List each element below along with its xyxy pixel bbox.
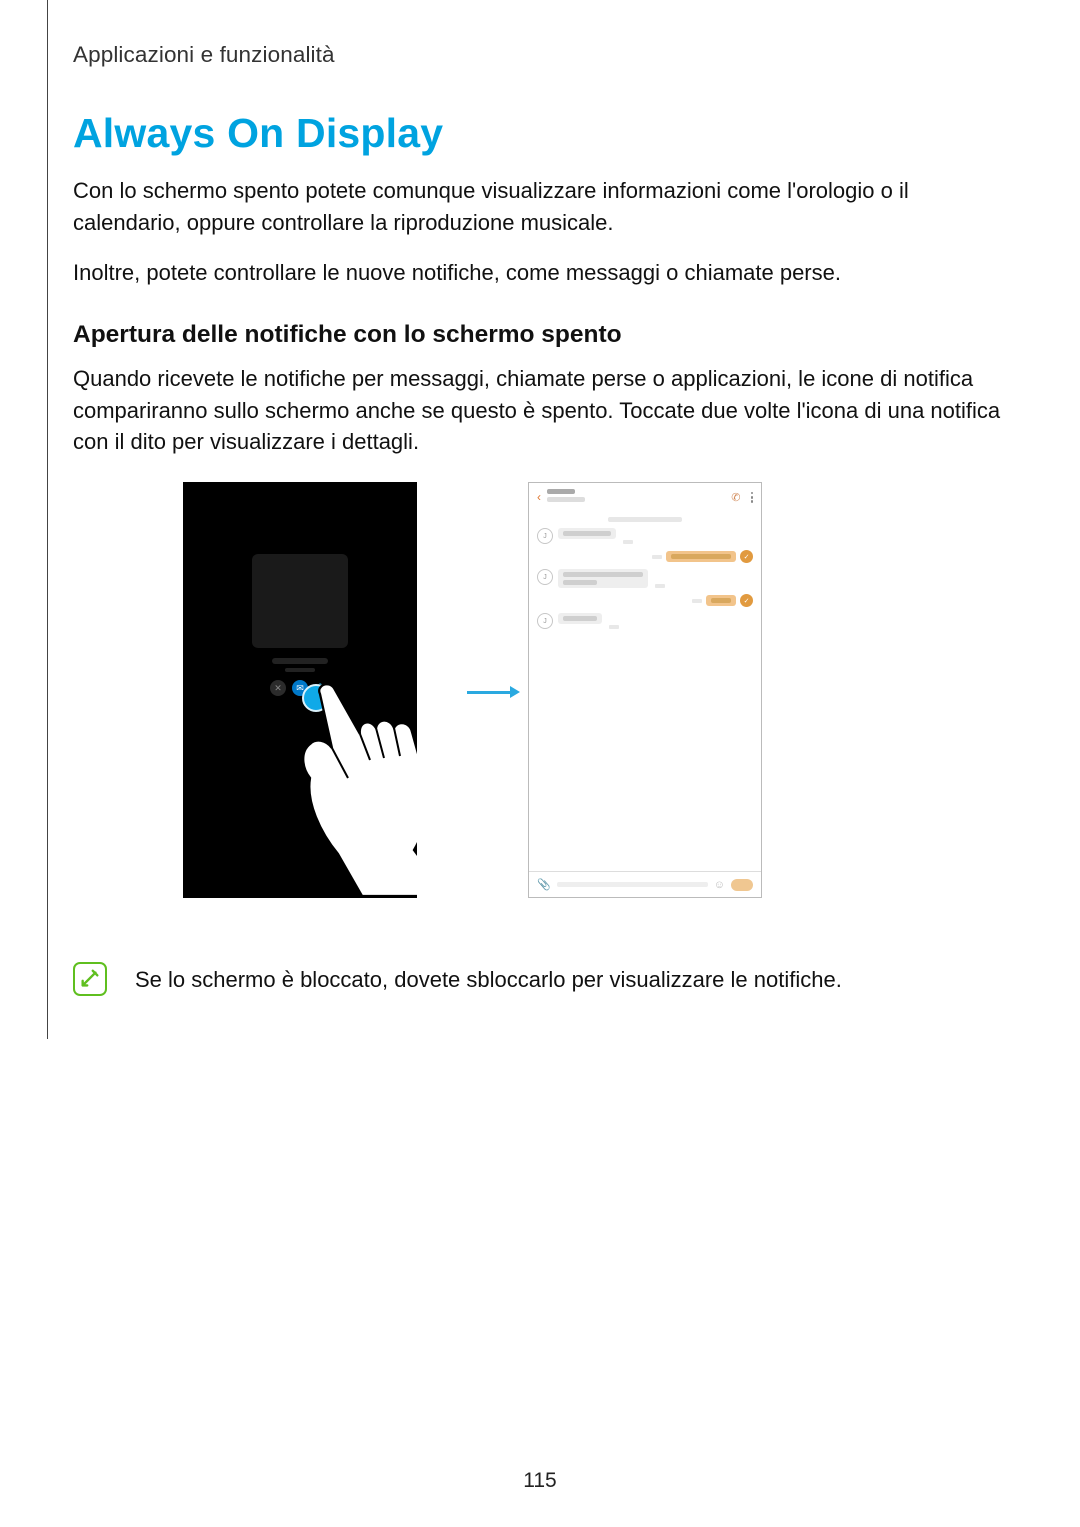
timestamp xyxy=(609,625,619,629)
arrow-icon xyxy=(467,686,520,698)
timestamp xyxy=(623,540,633,544)
more-icon xyxy=(751,492,754,503)
page: Applicazioni e funzionalità Always On Di… xyxy=(0,0,1080,1527)
page-number: 115 xyxy=(0,1469,1080,1493)
running-head: Applicazioni e funzionalità xyxy=(73,42,335,68)
chat-title xyxy=(547,489,731,505)
dark-text-line xyxy=(272,658,328,664)
incoming-bubble xyxy=(558,613,602,624)
note-icon xyxy=(73,962,107,996)
chat-date-label xyxy=(608,517,682,522)
tap-highlight xyxy=(302,684,330,712)
contact-avatar: J xyxy=(537,613,553,629)
main-heading: Always On Display xyxy=(73,110,1013,157)
send-button xyxy=(731,879,753,891)
contact-avatar: J xyxy=(537,569,553,585)
incoming-message-row: J xyxy=(537,613,753,629)
call-icon: ✆ xyxy=(731,491,740,504)
read-indicator: ✓ xyxy=(740,594,753,607)
phone-chat-screen: ‹ ✆ J xyxy=(528,482,762,898)
contact-avatar: J xyxy=(537,528,553,544)
chat-body: J ✓ J xyxy=(529,509,761,871)
timestamp xyxy=(652,555,662,559)
emoji-icon: ☺ xyxy=(714,879,725,891)
timestamp xyxy=(692,599,702,603)
chat-header-icons: ✆ xyxy=(731,491,753,504)
read-indicator: ✓ xyxy=(740,550,753,563)
hand-illustration xyxy=(298,682,417,897)
attach-icon: 📎 xyxy=(537,878,551,891)
note: Se lo schermo è bloccato, dovete sblocca… xyxy=(73,962,1013,996)
figure: ✕ ✉ ✎ xyxy=(73,482,1013,932)
content: Always On Display Con lo schermo spento … xyxy=(73,110,1013,996)
paragraph-2: Inoltre, potete controllare le nuove not… xyxy=(73,257,1013,289)
chat-input-bar: 📎 ☺ xyxy=(529,871,761,897)
outgoing-bubble xyxy=(706,595,736,606)
outgoing-bubble xyxy=(666,551,736,562)
outgoing-message-row: ✓ xyxy=(537,594,753,607)
outgoing-message-row: ✓ xyxy=(537,550,753,563)
dark-text-line-2 xyxy=(285,668,315,672)
dark-info-card xyxy=(252,554,348,648)
alarm-icon: ✕ xyxy=(270,680,286,696)
back-icon: ‹ xyxy=(537,490,541,504)
chat-header: ‹ ✆ xyxy=(529,483,761,509)
incoming-message-row: J xyxy=(537,569,753,588)
paragraph-1: Con lo schermo spento potete comunque vi… xyxy=(73,175,1013,239)
message-input-placeholder xyxy=(557,882,708,887)
phone-dark-screen: ✕ ✉ ✎ xyxy=(183,482,417,898)
note-text: Se lo schermo è bloccato, dovete sblocca… xyxy=(135,962,842,996)
margin-rule xyxy=(0,0,48,1039)
sub-heading: Apertura delle notifiche con lo schermo … xyxy=(73,321,1013,349)
incoming-message-row: J xyxy=(537,528,753,544)
incoming-bubble xyxy=(558,569,648,588)
incoming-bubble xyxy=(558,528,616,539)
timestamp xyxy=(655,584,665,588)
paragraph-3: Quando ricevete le notifiche per messagg… xyxy=(73,363,1013,459)
